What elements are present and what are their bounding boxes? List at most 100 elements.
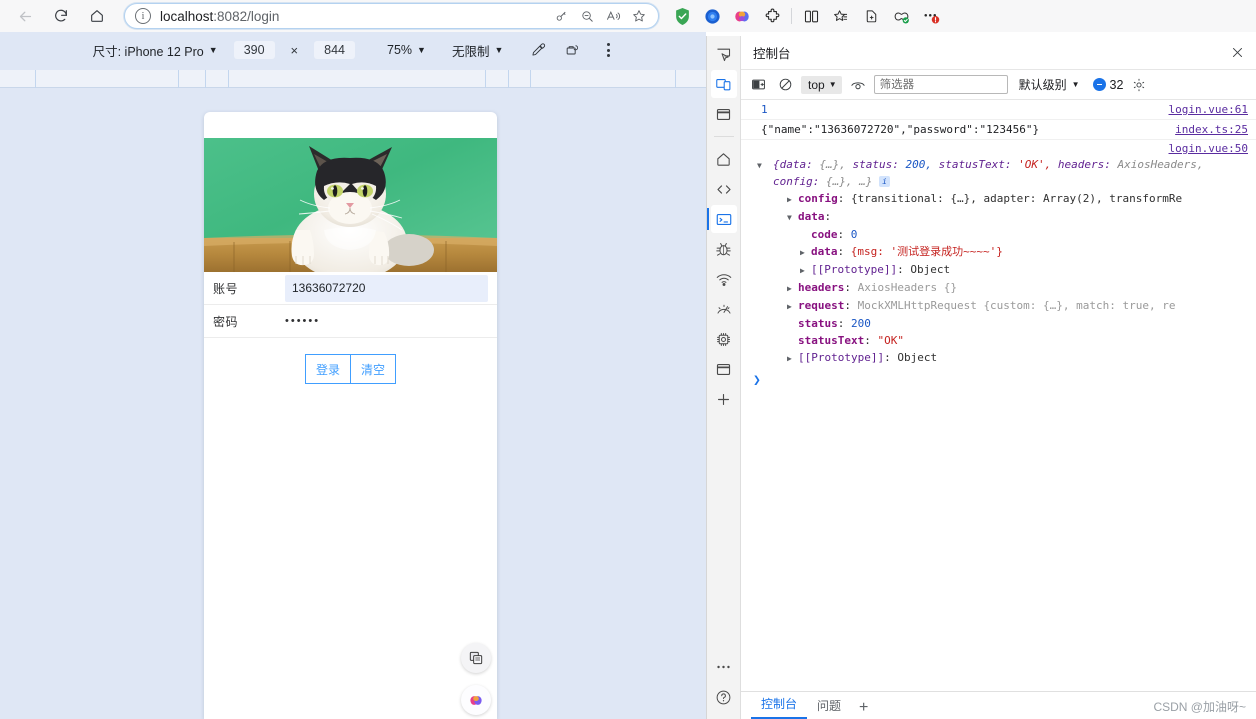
favorite-star-icon[interactable] [626,4,652,28]
console-entry-source[interactable]: index.ts:25 [1175,123,1248,136]
object-property[interactable]: [[Prototype]]: Object [761,349,1248,367]
account-input[interactable] [285,274,488,302]
performance-icon[interactable] [886,3,916,29]
console-prompt[interactable]: ❯ [741,369,1256,392]
eyedropper-icon[interactable] [525,38,551,62]
console-object-entry[interactable]: login.vue:50 {data: {…}, status: 200, st… [741,140,1256,369]
console-terminal-icon[interactable] [706,205,737,233]
memory-chip-icon[interactable] [711,325,737,353]
page-top-spacer [204,112,497,138]
console-entry-text: 1 [761,103,768,116]
reload-button[interactable] [46,2,76,30]
chevron-down-icon: ▼ [1071,80,1080,89]
login-button[interactable]: 登录 [304,354,351,384]
expand-triangle-icon[interactable] [787,191,798,208]
expand-triangle-icon[interactable] [800,262,811,279]
back-button[interactable] [10,2,40,30]
object-property[interactable]: data: {msg: '测试登录成功~~~~'} [761,243,1248,261]
object-property[interactable]: [[Prototype]]: Object [761,261,1248,279]
zoom-out-icon[interactable] [574,4,600,28]
console-messages[interactable]: 1 login.vue:61 {"name":"13636072720","pa… [741,100,1256,691]
console-entry[interactable]: {"name":"13636072720","password":"123456… [741,120,1256,140]
site-info-icon[interactable]: i [135,8,151,24]
log-level-select[interactable]: 默认级别 ▼ [1019,76,1080,93]
object-property[interactable]: status: 200 [761,315,1248,332]
elements-code-icon[interactable] [711,175,737,203]
help-icon[interactable] [711,683,737,711]
settings-gear-icon[interactable] [1128,74,1150,96]
window-icon[interactable] [711,100,737,128]
home-button[interactable] [82,2,112,30]
console-entry-source[interactable]: login.vue:50 [1169,142,1248,155]
home-icon[interactable] [711,145,737,173]
console-entry-source[interactable]: login.vue:61 [1169,103,1248,116]
viewport-width-input[interactable]: 390 [233,41,275,59]
zoom-value: 75% [387,43,413,57]
execution-context-select[interactable]: top ▼ [801,75,842,94]
viewport-height-input[interactable]: 844 [314,41,355,59]
settings-more-icon[interactable] [916,3,946,29]
address-bar[interactable]: i localhost:8082/login [124,3,659,29]
object-property[interactable]: code: 0 [761,226,1248,243]
read-aloud-icon[interactable] [600,4,626,28]
show-console-sidebar-icon[interactable] [747,74,769,96]
object-property[interactable]: data: [761,208,1248,226]
chevron-down-icon: ▼ [417,45,426,55]
device-toolbar-icon[interactable] [710,70,737,98]
brain-icon[interactable] [727,3,757,29]
assistant-fab[interactable] [461,685,491,715]
copy-page-fab[interactable] [461,643,491,673]
console-filter-input[interactable] [873,75,1008,94]
more-options-icon[interactable] [595,38,621,62]
tab-console[interactable]: 控制台 [751,691,808,719]
capture-screenshot-icon[interactable] [559,38,585,62]
object-property[interactable]: headers: AxiosHeaders {} [761,279,1248,297]
debugger-bug-icon[interactable] [711,235,737,263]
key-icon[interactable] [548,4,574,28]
expand-triangle-icon[interactable] [787,298,798,315]
object-summary[interactable]: {data: {…}, status: 200, statusText: 'OK… [761,156,1248,190]
device-viewport-area: 账号 密码 •••••• 登录 清空 [0,88,706,719]
object-property[interactable]: config: {transitional: {…}, adapter: Arr… [761,190,1248,208]
expand-triangle-icon[interactable] [787,350,798,367]
shield-icon[interactable] [667,3,697,29]
close-icon[interactable] [1222,40,1252,66]
clear-button[interactable]: 清空 [350,354,397,384]
log-level-label: 默认级别 [1018,78,1067,92]
viewport-width-value: 390 [233,41,275,59]
tab-issues[interactable]: 问题 [807,693,851,719]
network-wifi-icon[interactable] [711,265,737,293]
browser-essentials-icon[interactable] [856,3,886,29]
devtools-rail [706,36,741,719]
split-screen-icon[interactable] [796,3,826,29]
network-throttle-select[interactable]: 无限制 ▼ [452,41,503,60]
zoom-select[interactable]: 75% ▼ [387,43,426,57]
device-size-select[interactable]: 尺寸: iPhone 12 Pro ▼ [93,41,218,60]
object-property[interactable]: request: MockXMLHttpRequest {custom: {…}… [761,297,1248,315]
performance-gauge-icon[interactable] [711,295,737,323]
console-entry[interactable]: 1 login.vue:61 [741,100,1256,120]
expand-triangle-icon[interactable] [800,244,811,261]
expand-triangle-icon[interactable] [787,209,798,226]
password-label: 密码 [213,314,239,329]
rail-divider [713,136,734,137]
create-live-expression-icon[interactable] [847,74,869,96]
toolbar-divider [791,8,792,24]
inspect-element-icon[interactable] [711,40,737,68]
edge-copilot-icon[interactable] [697,3,727,29]
expand-triangle-icon[interactable] [757,157,768,174]
extensions-puzzle-icon[interactable] [757,3,787,29]
expand-triangle-icon[interactable] [787,280,798,297]
application-storage-icon[interactable] [711,355,737,383]
password-input[interactable]: •••••• [285,315,320,327]
message-count[interactable]: 32 [1092,77,1124,92]
add-panel-icon[interactable] [711,385,737,413]
viewport-height-value: 844 [314,41,355,59]
clear-console-icon[interactable] [774,74,796,96]
collections-icon[interactable] [826,3,856,29]
info-badge[interactable]: i [878,176,890,187]
add-tab-icon[interactable]: + [851,699,876,719]
message-count-value: 32 [1109,77,1124,92]
more-tools-icon[interactable] [711,653,737,681]
object-property[interactable]: statusText: "OK" [761,332,1248,349]
